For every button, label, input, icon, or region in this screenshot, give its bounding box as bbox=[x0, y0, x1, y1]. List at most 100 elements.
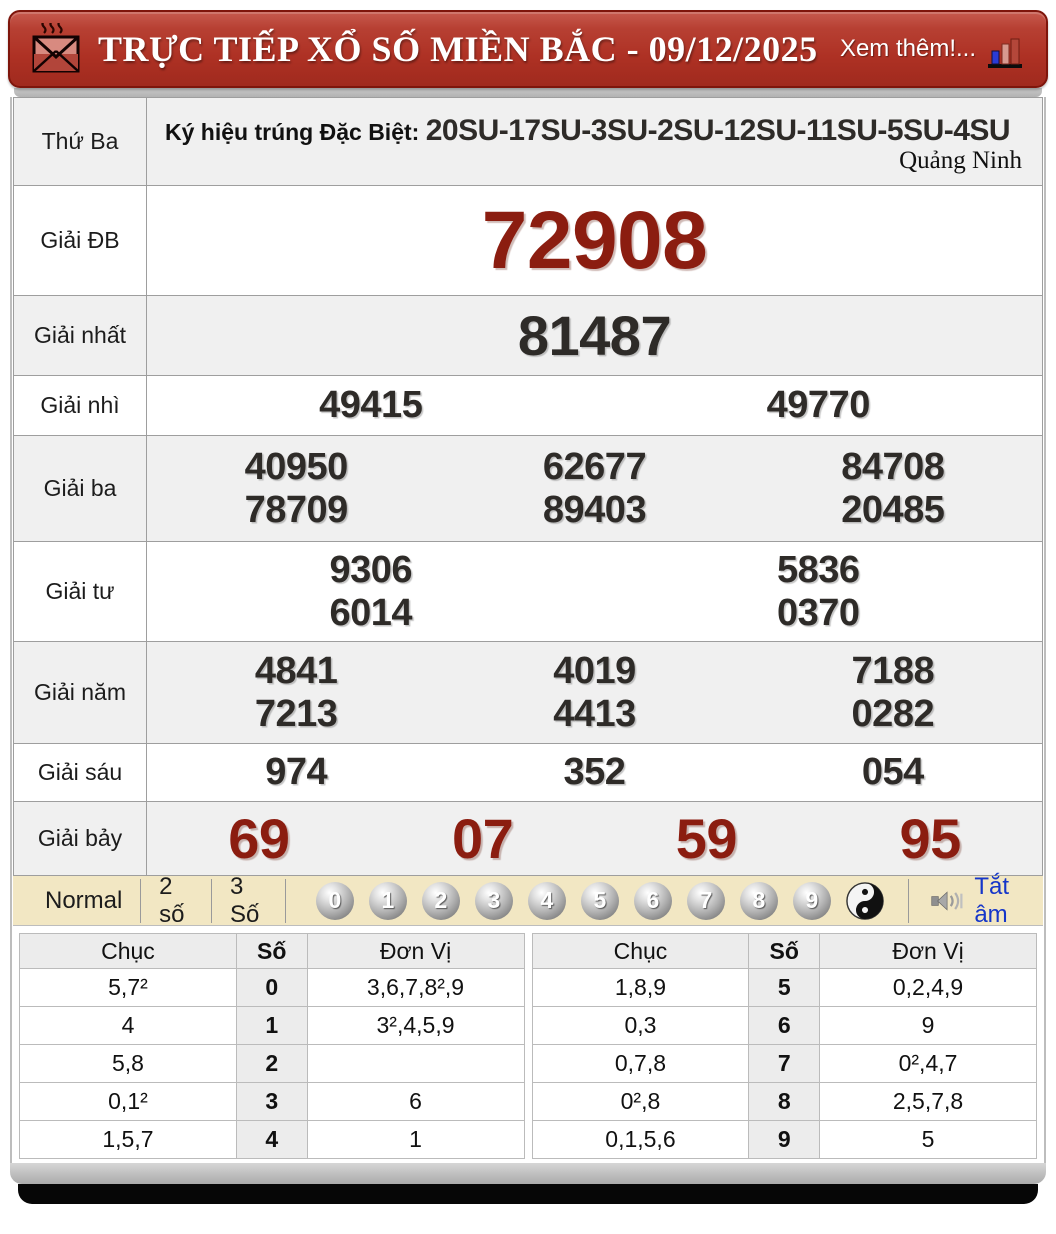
prize-label: Giải ba bbox=[14, 436, 147, 541]
donvi-cell: 3,6,7,8²,9 bbox=[306, 968, 525, 1007]
lottery-widget: TRỰC TIẾP XỔ SỐ MIỀN BẮC - 09/12/2025 Xe… bbox=[0, 0, 1056, 1204]
prize-number: 59 bbox=[675, 807, 738, 870]
prize-number: 5836 bbox=[776, 548, 860, 591]
stats-row: 1,5,7 4 1 bbox=[19, 1120, 525, 1159]
digit-stats: Chục Số Đơn Vị 5,7² 0 3,6,7,8²,9 4 1 3²,… bbox=[13, 926, 1043, 1163]
ball-8[interactable]: 8 bbox=[739, 881, 778, 920]
donvi-cell: 5 bbox=[819, 1120, 1037, 1159]
prize-label: Giải ĐB bbox=[14, 186, 147, 295]
stats-row: 0,1,5,6 9 5 bbox=[531, 1120, 1037, 1159]
donvi-cell: 9 bbox=[819, 1006, 1037, 1045]
bar-chart-icon[interactable] bbox=[986, 36, 1024, 70]
footer-gray-bar bbox=[10, 1163, 1046, 1184]
prize-number: 89403 bbox=[542, 488, 647, 531]
prize-label: Giải nhất bbox=[14, 296, 147, 375]
prize-number: 7213 bbox=[254, 692, 338, 735]
ball-2[interactable]: 2 bbox=[421, 881, 460, 920]
see-more-link[interactable]: Xem thêm!... bbox=[840, 35, 976, 63]
prize-label: Giải nhì bbox=[14, 376, 147, 435]
col-header-donvi: Đơn Vị bbox=[306, 933, 525, 969]
stats-row: 0,7,8 7 0²,4,7 bbox=[531, 1044, 1037, 1083]
stats-row: 0²,8 8 2,5,7,8 bbox=[531, 1082, 1037, 1121]
prize-number: 20485 bbox=[841, 488, 945, 531]
prize-label: Giải tư bbox=[14, 542, 147, 641]
ball-6[interactable]: 6 bbox=[633, 881, 672, 920]
chuc-cell: 0,1,5,6 bbox=[531, 1120, 750, 1159]
prize-number: 69 bbox=[228, 807, 290, 870]
header-banner: TRỰC TIẾP XỔ SỐ MIỀN BẮC - 09/12/2025 Xe… bbox=[8, 10, 1048, 88]
symbol-row: Thứ Ba Ký hiệu trúng Đặc Biệt: 20SU-17SU… bbox=[14, 98, 1042, 186]
prize-number: 78709 bbox=[244, 488, 349, 531]
ball-1[interactable]: 1 bbox=[368, 881, 407, 920]
stats-table-right: Chục Số Đơn Vị 1,8,9 5 0,2,4,9 0,3 6 9 0… bbox=[531, 933, 1037, 1159]
results-panel: Thứ Ba Ký hiệu trúng Đặc Biệt: 20SU-17SU… bbox=[10, 97, 1046, 1163]
prize-number: 6014 bbox=[329, 591, 413, 634]
so-cell: 5 bbox=[748, 968, 821, 1007]
stats-row: 0,1² 3 6 bbox=[19, 1082, 525, 1121]
symbol-prefix: Ký hiệu trúng Đặc Biệt: bbox=[165, 119, 426, 145]
so-cell: 7 bbox=[748, 1044, 821, 1083]
so-cell: 9 bbox=[748, 1120, 821, 1159]
donvi-cell: 2,5,7,8 bbox=[819, 1082, 1037, 1121]
so-cell: 0 bbox=[235, 968, 308, 1007]
ball-3[interactable]: 3 bbox=[474, 881, 513, 920]
mute-button[interactable]: Tắt âm bbox=[931, 873, 1029, 929]
so-cell: 3 bbox=[235, 1082, 308, 1121]
province-name: Quảng Ninh bbox=[899, 147, 1022, 174]
stats-table-left: Chục Số Đơn Vị 5,7² 0 3,6,7,8²,9 4 1 3²,… bbox=[19, 933, 525, 1159]
footer-black-bar bbox=[18, 1184, 1038, 1204]
so-cell: 4 bbox=[235, 1120, 308, 1159]
ball-7[interactable]: 7 bbox=[686, 881, 725, 920]
page-title: TRỰC TIẾP XỔ SỐ MIỀN BẮC - 09/12/2025 bbox=[98, 29, 818, 69]
col-header-so: Số bbox=[235, 933, 308, 969]
separator bbox=[907, 878, 909, 923]
chuc-cell: 1,5,7 bbox=[19, 1120, 237, 1159]
ball-4[interactable]: 4 bbox=[527, 881, 566, 920]
prize-number: 974 bbox=[265, 751, 328, 793]
results-table: Thứ Ba Ký hiệu trúng Đặc Biệt: 20SU-17SU… bbox=[13, 97, 1043, 876]
ball-9[interactable]: 9 bbox=[792, 881, 831, 920]
so-cell: 1 bbox=[235, 1006, 308, 1045]
ball-5[interactable]: 5 bbox=[580, 881, 619, 920]
so-cell: 2 bbox=[235, 1044, 308, 1083]
prize-number: 81487 bbox=[517, 304, 672, 367]
prize-row-third: Giải ba 40950 62677 84708 78709 89403 20… bbox=[14, 436, 1042, 542]
envelope-icon bbox=[32, 23, 80, 73]
mode-3so-button[interactable]: 3 Số bbox=[212, 873, 285, 929]
symbol-content: Ký hiệu trúng Đặc Biệt: 20SU-17SU-3SU-2S… bbox=[147, 98, 1042, 185]
col-header-so: Số bbox=[748, 933, 821, 969]
separator bbox=[285, 878, 286, 923]
ball-0[interactable]: 0 bbox=[315, 881, 354, 920]
donvi-cell: 0²,4,7 bbox=[819, 1044, 1037, 1083]
stats-row: 5,7² 0 3,6,7,8²,9 bbox=[19, 968, 525, 1007]
prize-number: 352 bbox=[563, 751, 626, 793]
prize-number: 0282 bbox=[851, 692, 935, 735]
stats-row: 0,3 6 9 bbox=[531, 1006, 1037, 1045]
prize-number: 4841 bbox=[254, 649, 338, 692]
chuc-cell: 5,8 bbox=[19, 1044, 237, 1083]
stats-row: 4 1 3²,4,5,9 bbox=[19, 1006, 525, 1045]
prize-row-fifth: Giải năm 4841 4019 7188 7213 4413 0282 bbox=[14, 642, 1042, 744]
mode-normal-button[interactable]: Normal bbox=[27, 887, 140, 915]
col-header-chuc: Chục bbox=[19, 933, 237, 969]
prize-number: 84708 bbox=[841, 445, 945, 488]
prize-row-sixth: Giải sáu 974 352 054 bbox=[14, 744, 1042, 802]
col-header-donvi: Đơn Vị bbox=[819, 933, 1037, 969]
stats-header-row: Chục Số Đơn Vị bbox=[531, 933, 1037, 969]
yin-yang-icon[interactable] bbox=[846, 881, 884, 920]
control-bar: Normal 2 số 3 Số 0 1 2 3 4 5 6 7 8 9 Tắt… bbox=[13, 873, 1043, 929]
prize-label: Giải sáu bbox=[14, 744, 147, 801]
donvi-cell: 6 bbox=[306, 1082, 525, 1121]
prize-number: 7188 bbox=[851, 649, 935, 692]
symbol-codes: 20SU-17SU-3SU-2SU-12SU-11SU-5SU-4SU bbox=[425, 114, 1011, 147]
prize-row-fourth: Giải tư 9306 5836 6014 0370 bbox=[14, 542, 1042, 642]
chuc-cell: 4 bbox=[19, 1006, 237, 1045]
prize-number: 62677 bbox=[542, 445, 647, 488]
chuc-cell: 0,7,8 bbox=[531, 1044, 750, 1083]
mode-2so-button[interactable]: 2 số bbox=[141, 873, 211, 929]
stats-row: 5,8 2 bbox=[19, 1044, 525, 1083]
chuc-cell: 0,3 bbox=[531, 1006, 750, 1045]
prize-row-special: Giải ĐB 72908 bbox=[14, 186, 1042, 296]
donvi-cell: 0,2,4,9 bbox=[819, 968, 1037, 1007]
prize-label: Giải bảy bbox=[14, 802, 147, 875]
